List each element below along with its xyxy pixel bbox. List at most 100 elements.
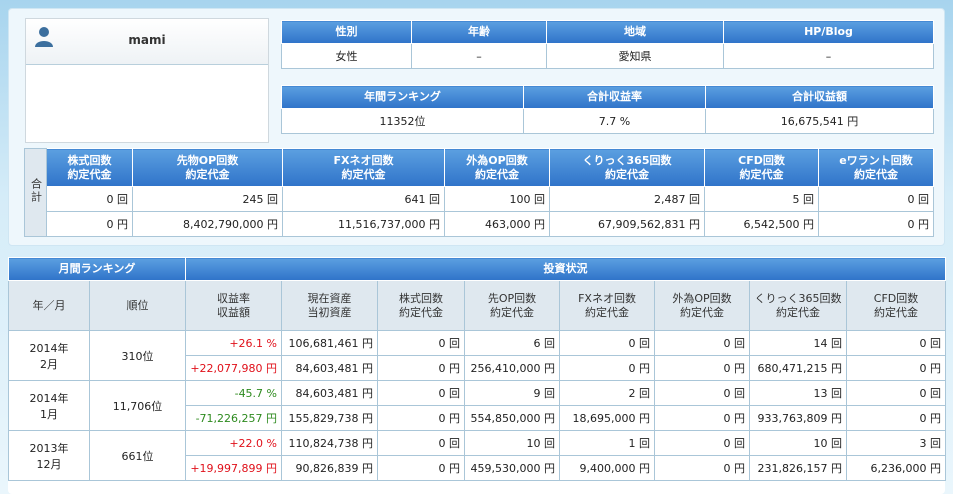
profile-card: mami <box>25 18 269 143</box>
stock-amount: 0 円 <box>46 211 133 237</box>
col-return: 収益率 収益額 <box>185 280 283 331</box>
fx-neo-count: 641 回 <box>282 186 445 212</box>
futures-op-amount: 8,402,790,000 円 <box>132 211 283 237</box>
header-annual-ranking: 年間ランキング <box>281 85 524 109</box>
futures-op-count: 245 回 <box>132 186 283 212</box>
header-fx-neo: FXネオ回数 約定代金 <box>282 148 445 187</box>
fx-count-cell: 1 回 <box>559 430 656 456</box>
profile-header: mami <box>26 19 268 65</box>
rank-cell: 310位 <box>88 330 187 381</box>
profile-info-table: 性別 年齢 地域 HP/Blog 女性 – 愛知県 – <box>281 20 934 69</box>
cfd-count-cell: 3 回 <box>846 430 947 456</box>
rank-cell: 661位 <box>88 430 187 481</box>
stock-count-cell: 0 回 <box>377 330 466 356</box>
click365-count: 2,487 回 <box>549 186 705 212</box>
op-count-cell: 9 回 <box>464 380 561 406</box>
col-cfd: CFD回数 約定代金 <box>846 280 947 331</box>
total-profit-value: 16,675,541 円 <box>705 108 934 134</box>
col-year-month: 年／月 <box>8 280 90 331</box>
col-futures-op: 先OP回数 約定代金 <box>464 280 561 331</box>
click365-amount: 67,909,562,831 円 <box>549 211 705 237</box>
stock-count: 0 回 <box>46 186 133 212</box>
header-stock: 株式回数 約定代金 <box>46 148 133 187</box>
table-row: 2013年 12月 661位 +22.0 % 110,824,738 円 0 回 … <box>8 430 947 481</box>
header-hp-blog: HP/Blog <box>723 20 934 44</box>
fx-neo-amount: 11,516,737,000 円 <box>282 211 445 237</box>
op-count-cell: 6 回 <box>464 330 561 356</box>
region-value: 愛知県 <box>546 43 724 69</box>
gop-count-cell: 0 回 <box>654 380 751 406</box>
current-assets-cell: 106,681,461 円 <box>281 330 379 356</box>
return-rate-cell: +22.0 % <box>185 430 283 456</box>
header-forex-op: 外為OP回数 約定代金 <box>444 148 550 187</box>
col-stock: 株式回数 約定代金 <box>377 280 466 331</box>
stock-amount-cell: 0 円 <box>377 405 466 431</box>
stock-amount-cell: 0 円 <box>377 455 466 481</box>
header-gender: 性別 <box>281 20 412 44</box>
op-amount-cell: 256,410,000 円 <box>464 355 561 381</box>
initial-assets-cell: 155,829,738 円 <box>281 405 379 431</box>
cfd-amount-cell: 0 円 <box>846 405 947 431</box>
cfd-amount-cell: 0 円 <box>846 355 947 381</box>
col-click365: くりっく365回数 約定代金 <box>749 280 848 331</box>
initial-assets-cell: 84,603,481 円 <box>281 355 379 381</box>
gop-count-cell: 0 回 <box>654 430 751 456</box>
fx-count-cell: 2 回 <box>559 380 656 406</box>
header-total-profit: 合計収益額 <box>705 85 934 109</box>
table-row: 2014年 1月 11,706位 -45.7 % 84,603,481 円 0 回… <box>8 380 947 431</box>
gender-value: 女性 <box>281 43 412 69</box>
rank-cell: 11,706位 <box>88 380 187 431</box>
cfd-count: 5 回 <box>704 186 819 212</box>
annual-rank-value: 11352位 <box>281 108 524 134</box>
fx-count-cell: 0 回 <box>559 330 656 356</box>
profit-cell: +22,077,980 円 <box>185 355 283 381</box>
header-age: 年齢 <box>411 20 547 44</box>
profit-cell: -71,226,257 円 <box>185 405 283 431</box>
monthly-panel: 月間ランキング 投資状況 年／月 順位 収益率 収益額 現在資産 当初資産 株式回数… <box>7 257 947 494</box>
investment-status-header: 投資状況 <box>185 257 947 281</box>
fx-amount-cell: 9,400,000 円 <box>559 455 656 481</box>
stock-count-cell: 0 回 <box>377 380 466 406</box>
gop-amount-cell: 0 円 <box>654 455 751 481</box>
return-rate-cell: +26.1 % <box>185 330 283 356</box>
current-assets-cell: 110,824,738 円 <box>281 430 379 456</box>
monthly-ranking-table: 月間ランキング 投資状況 年／月 順位 収益率 収益額 現在資産 当初資産 株式回数… <box>7 257 947 481</box>
current-assets-cell: 84,603,481 円 <box>281 380 379 406</box>
ewarrant-amount: 0 円 <box>818 211 934 237</box>
header-cfd: CFD回数 約定代金 <box>704 148 819 187</box>
initial-assets-cell: 90,826,839 円 <box>281 455 379 481</box>
gop-amount-cell: 0 円 <box>654 355 751 381</box>
hp-blog-value: – <box>723 43 934 69</box>
forex-op-amount: 463,000 円 <box>444 211 550 237</box>
op-amount-cell: 459,530,000 円 <box>464 455 561 481</box>
stock-count-cell: 0 回 <box>377 430 466 456</box>
header-total-return-rate: 合計収益率 <box>523 85 706 109</box>
k365-count-cell: 10 回 <box>749 430 848 456</box>
col-assets: 現在資産 当初資産 <box>281 280 379 331</box>
year-month-cell: 2014年 1月 <box>8 380 90 431</box>
header-ewarrant: eワラント回数 約定代金 <box>818 148 934 187</box>
cfd-amount: 6,542,500 円 <box>704 211 819 237</box>
gop-amount-cell: 0 円 <box>654 405 751 431</box>
k365-amount-cell: 933,763,809 円 <box>749 405 848 431</box>
header-region: 地域 <box>546 20 724 44</box>
col-rank: 順位 <box>88 280 187 331</box>
totals-side-text: 合計 <box>29 178 43 204</box>
cfd-count-cell: 0 回 <box>846 330 947 356</box>
totals-side-label: 合計 <box>24 148 47 237</box>
return-rate-cell: -45.7 % <box>185 380 283 406</box>
gop-count-cell: 0 回 <box>654 330 751 356</box>
total-return-rate-value: 7.7 % <box>523 108 706 134</box>
col-forex-op: 外為OP回数 約定代金 <box>654 280 751 331</box>
profile-name: mami <box>128 33 166 47</box>
stock-amount-cell: 0 円 <box>377 355 466 381</box>
op-count-cell: 10 回 <box>464 430 561 456</box>
cfd-count-cell: 0 回 <box>846 380 947 406</box>
cfd-amount-cell: 6,236,000 円 <box>846 455 947 481</box>
profile-panel: mami 性別 年齢 地域 HP/Blog 女性 – 愛知県 – 年間ランキング… <box>8 8 945 246</box>
forex-op-count: 100 回 <box>444 186 550 212</box>
age-value: – <box>411 43 547 69</box>
table-row: 2014年 2月 310位 +26.1 % 106,681,461 円 0 回 6… <box>8 330 947 381</box>
k365-amount-cell: 231,826,157 円 <box>749 455 848 481</box>
fx-amount-cell: 18,695,000 円 <box>559 405 656 431</box>
